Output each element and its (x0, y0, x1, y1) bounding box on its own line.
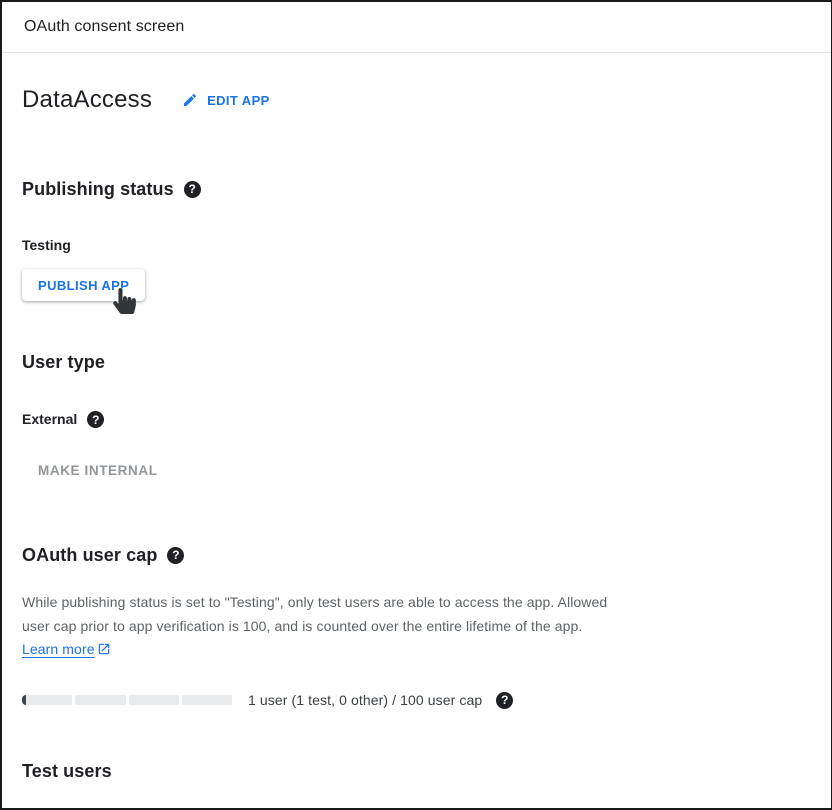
progress-segment (129, 695, 179, 705)
publishing-status-help-icon[interactable]: ? (184, 181, 201, 198)
user-type-heading: User type (22, 351, 105, 373)
progress-segment (182, 695, 232, 705)
user-type-value: External (22, 411, 77, 428)
oauth-consent-screen-page: OAuth consent screen DataAccess EDIT APP… (0, 0, 832, 810)
edit-app-label: EDIT APP (207, 93, 270, 108)
publishing-status-heading: Publishing status (22, 178, 174, 200)
page-header: OAuth consent screen (2, 2, 831, 53)
user-cap-progress-fill (22, 695, 26, 705)
page-content: DataAccess EDIT APP Publishing status ? … (2, 86, 831, 782)
learn-more-label: Learn more (22, 641, 95, 657)
user-cap-usage-row: 1 user (1 test, 0 other) / 100 user cap … (22, 692, 811, 709)
publish-app-button-wrap: PUBLISH APP (22, 269, 811, 301)
page-title: OAuth consent screen (24, 18, 184, 36)
user-type-help-icon[interactable]: ? (87, 411, 104, 428)
progress-segment (75, 695, 125, 705)
edit-app-button[interactable]: EDIT APP (176, 88, 276, 112)
user-cap-usage-text: 1 user (1 test, 0 other) / 100 user cap (248, 692, 482, 708)
progress-segment (22, 695, 72, 705)
user-cap-help-icon[interactable]: ? (496, 692, 513, 709)
test-users-section: Test users (22, 760, 811, 782)
oauth-user-cap-help-icon[interactable]: ? (167, 547, 184, 564)
user-type-value-row: External ? (22, 411, 811, 428)
make-internal-row: MAKE INTERNAL (22, 462, 811, 480)
oauth-user-cap-section: OAuth user cap ? (22, 544, 811, 566)
make-internal-button[interactable]: MAKE INTERNAL (22, 463, 174, 478)
test-users-heading: Test users (22, 760, 112, 782)
oauth-user-cap-heading: OAuth user cap (22, 544, 157, 566)
oauth-user-cap-description: While publishing status is set to "Testi… (22, 591, 636, 662)
publishing-status-value: Testing (22, 237, 811, 254)
app-name: DataAccess (22, 86, 152, 114)
description-text: While publishing status is set to "Testi… (22, 594, 607, 634)
user-type-section: User type (22, 351, 811, 373)
learn-more-link[interactable]: Learn more (22, 641, 111, 657)
edit-pencil-icon (182, 92, 198, 108)
publishing-status-section: Publishing status ? (22, 178, 811, 200)
publish-app-button[interactable]: PUBLISH APP (22, 269, 145, 301)
app-title-row: DataAccess EDIT APP (22, 86, 811, 114)
open-in-new-icon (95, 641, 111, 657)
user-cap-progress-bar (22, 695, 232, 705)
